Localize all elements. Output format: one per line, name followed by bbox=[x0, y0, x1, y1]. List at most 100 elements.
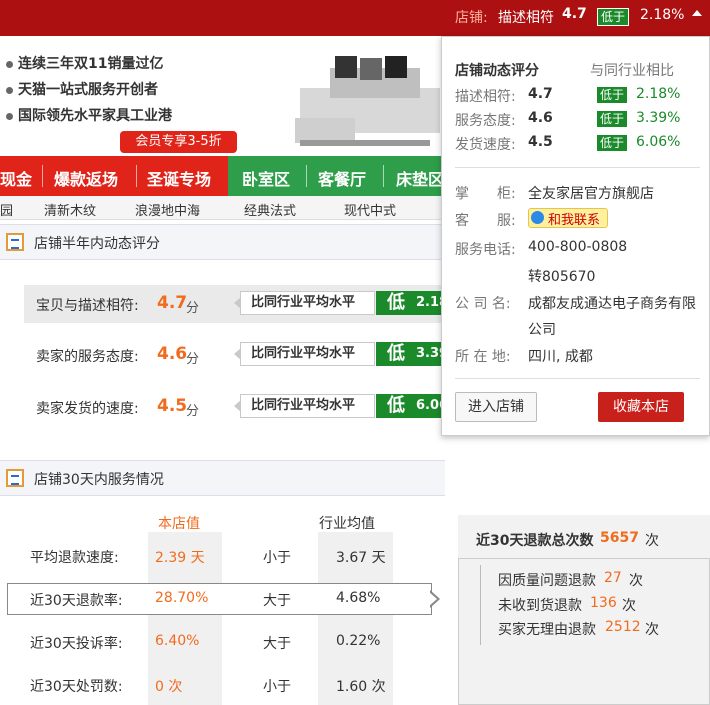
low-tag: 低 bbox=[376, 394, 416, 418]
popup-company-value-cont: 公司 bbox=[528, 322, 556, 338]
chat-icon bbox=[531, 211, 544, 224]
refund-item-unit: 次 bbox=[645, 622, 659, 638]
refund-item-label: 未收到货退款 bbox=[498, 598, 582, 614]
sofa-image bbox=[295, 56, 440, 146]
service-row-cmp: 小于 bbox=[263, 679, 291, 695]
service-row-shop: 6.40% bbox=[155, 633, 200, 649]
subnav-item[interactable]: 清新木纹 bbox=[44, 200, 96, 219]
nav-item-mattress[interactable]: 床垫区 bbox=[396, 166, 444, 190]
vip-discount-badge[interactable]: 会员专享3-5折 bbox=[120, 131, 237, 153]
popup-rating-pct: 2.18% bbox=[636, 86, 681, 102]
popup-rating-pct: 3.39% bbox=[636, 110, 681, 126]
nav-item-christmas[interactable]: 圣诞专场 bbox=[147, 166, 211, 190]
service-row-industry: 4.68% bbox=[336, 590, 381, 606]
refund-item-unit: 次 bbox=[629, 573, 643, 589]
dsr-row-label: 宝贝与描述相符: bbox=[36, 298, 139, 314]
popup-phone-label: 服务电话: bbox=[455, 242, 516, 258]
dsr-row-score: 4.5 bbox=[157, 396, 188, 416]
low-tag: 低 bbox=[376, 342, 416, 366]
service-row-label: 近30天投诉率: bbox=[30, 636, 123, 652]
popup-rating-score: 4.5 bbox=[528, 134, 553, 150]
popup-location-label: 所 在 地: bbox=[455, 349, 511, 365]
popup-rating-label: 服务态度: bbox=[455, 113, 516, 129]
low-tag: 低 bbox=[376, 291, 416, 315]
compare-box: 比同行业平均水平 bbox=[234, 342, 375, 366]
col-header-shop: 本店值 bbox=[158, 516, 200, 532]
enter-shop-button[interactable]: 进入店铺 bbox=[455, 392, 537, 422]
top-dsr-score: 4.7 bbox=[562, 6, 587, 22]
service-row-industry: 3.67 天 bbox=[336, 550, 386, 566]
calendar-icon bbox=[6, 233, 24, 251]
subnav-item[interactable]: 现代中式 bbox=[344, 200, 396, 219]
nav-divider bbox=[383, 165, 384, 187]
dsr-row-label: 卖家的服务态度: bbox=[36, 349, 139, 365]
service-row-industry: 1.60 次 bbox=[336, 679, 386, 695]
service-row-shop: 28.70% bbox=[155, 590, 209, 606]
compare-box: 比同行业平均水平 bbox=[234, 291, 375, 315]
popup-rating-score: 4.6 bbox=[528, 110, 553, 126]
service-section-title: 店铺30天内服务情况 bbox=[34, 472, 164, 488]
service-row-cmp: 大于 bbox=[263, 636, 291, 652]
popup-phone-ext: 转805670 bbox=[528, 269, 596, 285]
contact-label[interactable]: 和我联系 bbox=[548, 209, 600, 228]
nav-divider bbox=[136, 165, 137, 187]
refund-item-value: 27 bbox=[604, 570, 622, 586]
service-row-label: 平均退款速度: bbox=[30, 550, 119, 566]
popup-dsr-title: 店铺动态评分 bbox=[455, 63, 539, 79]
nav-item-bedroom[interactable]: 卧室区 bbox=[242, 166, 290, 190]
popup-location-value: 四川, 成都 bbox=[528, 349, 593, 365]
top-dsr-label[interactable]: 描述相符 bbox=[498, 7, 554, 27]
popup-keeper-label: 掌 柜: bbox=[455, 186, 516, 202]
popup-divider bbox=[455, 378, 700, 379]
dsr-row-unit: 分 bbox=[186, 301, 200, 316]
refund-total-value: 5657 bbox=[600, 530, 639, 546]
col-header-industry: 行业均值 bbox=[319, 516, 375, 532]
nav-divider bbox=[42, 165, 43, 187]
service-row-shop: 2.39 天 bbox=[155, 550, 205, 566]
refund-item-label: 买家无理由退款 bbox=[498, 622, 596, 638]
calendar-icon bbox=[6, 469, 24, 487]
top-shop-label: 店铺: bbox=[455, 10, 488, 26]
subnav-item[interactable]: 园 bbox=[0, 200, 13, 219]
popup-rating-pct: 6.06% bbox=[636, 134, 681, 150]
dsr-section-title: 店铺半年内动态评分 bbox=[34, 236, 160, 252]
refund-item-unit: 次 bbox=[622, 598, 636, 614]
popup-low-tag: 低于 bbox=[597, 111, 628, 127]
refund-item-value: 2512 bbox=[605, 619, 641, 635]
banner-bullet: 连续三年双11销量过亿 bbox=[6, 53, 163, 73]
popup-rating-label: 发货速度: bbox=[455, 137, 516, 153]
refund-item-label: 因质量问题退款 bbox=[498, 573, 596, 589]
popup-keeper-value[interactable]: 全友家居官方旗舰店 bbox=[528, 183, 654, 203]
service-row-shop: 0 次 bbox=[155, 679, 183, 695]
subnav-item[interactable]: 浪漫地中海 bbox=[135, 200, 200, 219]
top-low-tag: 低于 bbox=[597, 8, 630, 26]
favorite-shop-button[interactable]: 收藏本店 bbox=[598, 392, 684, 422]
popup-low-tag: 低于 bbox=[597, 87, 628, 103]
popup-divider bbox=[455, 167, 700, 168]
dsr-row-unit: 分 bbox=[186, 352, 200, 367]
refund-total-label: 近30天退款总次数 bbox=[476, 533, 594, 549]
popup-rating-score: 4.7 bbox=[528, 86, 553, 102]
popup-phone-value: 400-800-0808 bbox=[528, 239, 628, 255]
compare-box: 比同行业平均水平 bbox=[234, 394, 375, 418]
refund-item-value: 136 bbox=[590, 595, 617, 611]
refund-list-line bbox=[480, 565, 481, 645]
subnav-item[interactable]: 经典法式 bbox=[244, 200, 296, 219]
caret-up-icon[interactable] bbox=[692, 10, 702, 16]
service-row-cmp: 小于 bbox=[263, 550, 291, 566]
banner-bullet: 天猫一站式服务开创者 bbox=[6, 79, 158, 99]
dsr-row-score: 4.7 bbox=[157, 293, 188, 313]
refund-total-unit: 次 bbox=[645, 533, 659, 549]
popup-rating-label: 描述相符: bbox=[455, 89, 516, 105]
dsr-row-label: 卖家发货的速度: bbox=[36, 401, 139, 417]
dsr-row-unit: 分 bbox=[186, 404, 200, 419]
nav-item-cash[interactable]: 现金 bbox=[0, 166, 32, 190]
popup-low-tag: 低于 bbox=[597, 135, 628, 151]
popup-company-label: 公 司 名: bbox=[455, 296, 511, 312]
service-row-industry: 0.22% bbox=[336, 633, 381, 649]
popup-compare-title: 与同行业相比 bbox=[590, 63, 674, 79]
nav-item-hot-return[interactable]: 爆款返场 bbox=[54, 166, 118, 190]
nav-item-living-dining[interactable]: 客餐厅 bbox=[318, 166, 366, 190]
banner-bullet: 国际领先水平家具工业港 bbox=[6, 105, 172, 125]
service-row-label: 近30天退款率: bbox=[30, 593, 123, 609]
